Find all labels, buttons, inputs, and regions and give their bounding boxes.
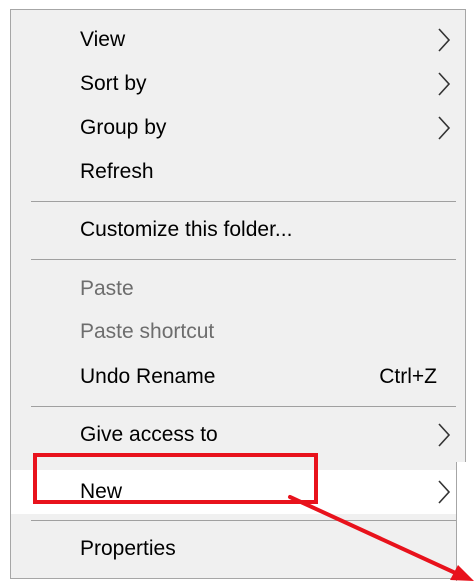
menu-item-label: Properties xyxy=(80,537,176,560)
menu-item-properties[interactable]: Properties xyxy=(11,527,465,571)
menu-item-label: Paste xyxy=(80,277,134,300)
menu-item-label: New xyxy=(80,480,123,503)
menu-item-view[interactable]: View xyxy=(11,18,465,62)
menu-item-label: Customize this folder... xyxy=(80,218,293,241)
menu-item-label: View xyxy=(80,28,126,51)
menu-item-sort-by[interactable]: Sort by xyxy=(11,62,465,106)
chevron-right-icon xyxy=(437,479,451,505)
menu-item-label: Refresh xyxy=(80,160,154,183)
menu-separator xyxy=(31,520,456,521)
menu-item-paste[interactable]: Paste xyxy=(11,267,465,311)
menu-item-give-access[interactable]: Give access to xyxy=(11,413,465,457)
menu-item-refresh[interactable]: Refresh xyxy=(11,150,465,194)
menu-item-shortcut: Ctrl+Z xyxy=(379,365,437,388)
context-menu: View Sort by Group by Refresh Customize … xyxy=(10,9,466,579)
menu-item-customize-folder[interactable]: Customize this folder... xyxy=(11,208,465,252)
menu-separator xyxy=(31,406,456,407)
menu-item-label: Give access to xyxy=(80,423,218,446)
menu-separator xyxy=(31,201,456,202)
menu-item-paste-shortcut[interactable]: Paste shortcut xyxy=(11,310,465,354)
menu-item-label: Undo Rename xyxy=(80,365,216,388)
chevron-right-icon xyxy=(437,422,451,448)
chevron-right-icon xyxy=(437,27,451,53)
menu-item-label: Paste shortcut xyxy=(80,320,215,343)
menu-item-group-by[interactable]: Group by xyxy=(11,106,465,150)
submenu-panel-edge xyxy=(456,462,474,581)
chevron-right-icon xyxy=(437,115,451,141)
menu-item-undo-rename[interactable]: Undo Rename Ctrl+Z xyxy=(11,355,465,399)
menu-separator xyxy=(31,259,456,260)
menu-item-label: Sort by xyxy=(80,72,147,95)
menu-item-label: Group by xyxy=(80,116,167,139)
chevron-right-icon xyxy=(437,71,451,97)
menu-item-new[interactable]: New xyxy=(11,470,465,514)
